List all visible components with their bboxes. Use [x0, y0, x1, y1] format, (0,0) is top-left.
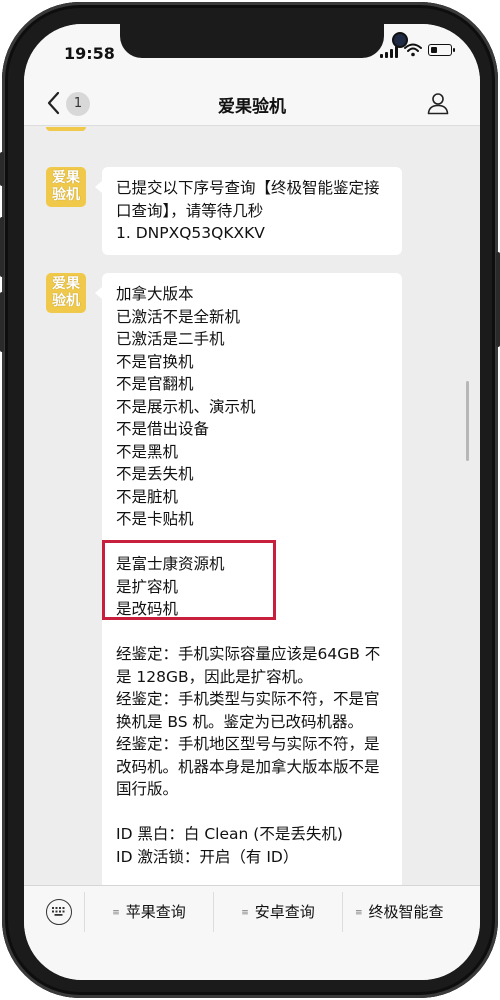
page-title: 爱果验机 — [218, 97, 286, 117]
keyboard-toggle-button[interactable] — [46, 899, 72, 925]
phone-side-button — [0, 152, 4, 186]
chat-message-list[interactable]: 爱果 验机 已提交以下序号查询【终极智能鉴定接口查询】，请等待几秒 1. DNPX… — [24, 127, 480, 885]
menu-item-ultimate-query[interactable]: ≡ 终极智能查 — [343, 896, 480, 928]
phone-side-button — [496, 252, 500, 347]
message-line: 已激活是二手机 — [116, 330, 225, 348]
message-line: 不是借出设备 — [116, 420, 210, 438]
phone-side-button — [0, 217, 4, 277]
previous-avatar-edge — [46, 127, 86, 131]
notch — [120, 24, 406, 58]
message-line: 经鉴定：手机地区型号与实际不符，是改码机。机器本身是加拿大版本版不是国行版。 — [116, 735, 380, 798]
message-line: 不是黑机 — [116, 442, 179, 461]
status-bar: 19:58 — [24, 24, 480, 80]
menu-item-android-query[interactable]: ≡ 安卓查询 — [214, 896, 342, 928]
message-line: 1. DNPXQ53QKXKV — [116, 224, 265, 242]
message-line: 经鉴定：手机实际容量应该是64GB 不是 128GB，因此是扩容机。 — [116, 645, 381, 686]
menu-lines-icon: ≡ — [355, 908, 363, 918]
status-time: 19:58 — [64, 44, 115, 63]
scrollbar[interactable] — [466, 381, 469, 461]
message-line: 不是官翻机 — [116, 375, 194, 393]
phone-side-button — [0, 292, 4, 352]
message-line: 加拿大版本 — [116, 285, 194, 303]
menu-lines-icon: ≡ — [241, 908, 249, 918]
phone-frame: 19:58 1 爱果验机 爱果 验机 已提交以下序号查询【终极智能鉴定接口查询】… — [0, 2, 500, 998]
cellular-signal-icon — [380, 46, 398, 58]
keyboard-icon — [52, 907, 65, 916]
person-icon[interactable] — [426, 91, 450, 115]
chat-header: 1 爱果验机 — [24, 80, 480, 126]
message-line — [116, 801, 388, 824]
message-text: 已提交以下序号查询【终极智能鉴定接口查询】，请等待几秒 1. DNPXQ53QKX… — [116, 177, 388, 245]
message-bubble[interactable]: 已提交以下序号查询【终极智能鉴定接口查询】，请等待几秒 1. DNPXQ53QKX… — [95, 167, 402, 255]
wifi-icon — [404, 43, 422, 57]
battery-icon — [428, 44, 455, 56]
sender-avatar[interactable]: 爱果 验机 — [46, 273, 86, 313]
battery-level — [430, 46, 437, 53]
bottom-menu-bar: ≡ 苹果查询 ≡ 安卓查询 ≡ 终极智能查 — [24, 885, 480, 980]
message-line: 不是卡贴机 — [116, 510, 194, 528]
message-line: 已激活不是全新机 — [116, 307, 241, 326]
message-line: 经鉴定：手机类型与实际不符，不是官换机是 BS 机。鉴定为已改码机器。 — [116, 690, 380, 731]
message-line: 已提交以下序号查询【终极智能鉴定接口查询】，请等待几秒 — [116, 179, 380, 220]
message-line: 不是展示机、演示机 — [116, 397, 256, 416]
phone-screen: 19:58 1 爱果验机 爱果 验机 已提交以下序号查询【终极智能鉴定接口查询】… — [24, 24, 480, 980]
message-line: 不是脏机 — [116, 487, 179, 506]
red-highlight-box — [102, 540, 276, 620]
message-line: 不是丢失机 — [116, 465, 194, 483]
menu-lines-icon: ≡ — [112, 908, 120, 918]
sender-avatar[interactable]: 爱果 验机 — [46, 167, 86, 207]
message-line: ID 激活锁：开启（有 ID） — [116, 847, 299, 866]
message-line — [116, 621, 388, 644]
message-line: ID 黑白：白 Clean (不是丢失机) — [116, 825, 343, 843]
message-line: 不是官换机 — [116, 352, 194, 371]
menu-item-apple-query[interactable]: ≡ 苹果查询 — [85, 896, 213, 928]
